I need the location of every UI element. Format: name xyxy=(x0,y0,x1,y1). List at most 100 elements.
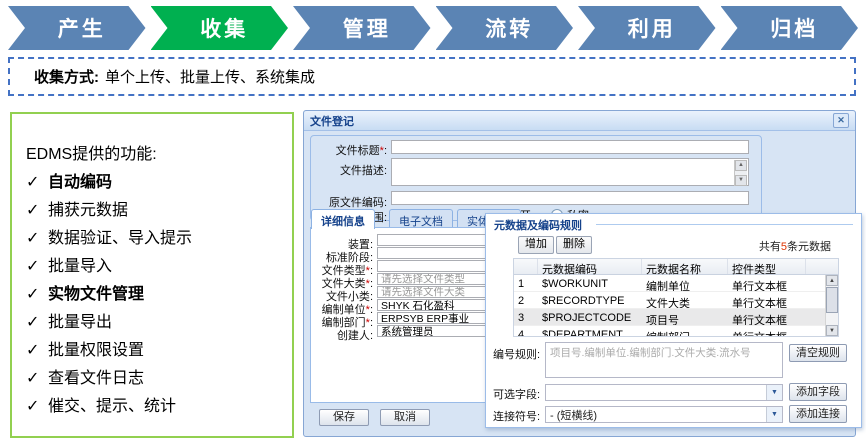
cell-name: 项目号 xyxy=(642,309,728,325)
flow-step-label: 管理 xyxy=(343,13,391,43)
cell-name: 编制部门 xyxy=(642,326,728,337)
cancel-button[interactable]: 取消 xyxy=(380,409,430,426)
scroll-down-icon[interactable]: ▼ xyxy=(826,325,838,336)
grid-scrollbar[interactable]: ▲ ▼ xyxy=(825,275,838,336)
grid-row-selected[interactable]: 3 $PROJECTCODE 项目号 单行文本框 xyxy=(514,309,838,326)
panel-title-rule xyxy=(596,224,853,225)
header-cell-name[interactable]: 元数据名称 xyxy=(642,259,728,274)
tab-details[interactable]: 详细信息 xyxy=(311,209,375,229)
flow-step-produce: 产生 xyxy=(8,6,146,50)
form-input-creator[interactable] xyxy=(377,325,491,337)
cell-type: 单行文本框 xyxy=(728,309,806,325)
metadata-rules-panel: 元数据及编码规则 增加 删除 共有5条元数据 元数据编码 元数据名称 控件类型 … xyxy=(485,213,862,428)
cell-code: $RECORDTYPE xyxy=(538,292,642,308)
combo-trigger-icon[interactable]: ▼ xyxy=(766,407,782,422)
workflow-steps: 产生 收集 管理 流转 利用 归档 xyxy=(8,6,858,50)
textarea-scrollbar[interactable]: ▲ ▼ xyxy=(734,160,747,186)
form-input-file-major-class[interactable] xyxy=(377,273,491,285)
add-field-button[interactable]: 添加字段 xyxy=(789,383,847,401)
close-button[interactable]: ✕ xyxy=(833,113,849,128)
feature-item: ✓批量导入 xyxy=(26,253,284,281)
file-title-input[interactable] xyxy=(391,140,749,154)
form-input-device[interactable] xyxy=(377,234,491,246)
add-button[interactable]: 增加 xyxy=(518,236,554,254)
clear-rule-button[interactable]: 清空规则 xyxy=(789,344,847,362)
dialog-title: 文件登记 xyxy=(310,113,354,129)
file-title-label: 文件标题*: xyxy=(313,142,387,158)
feature-label: 批量导出 xyxy=(48,309,112,337)
cell-code: $WORKUNIT xyxy=(538,275,642,291)
banner-label: 收集方式: xyxy=(34,66,99,87)
check-icon: ✓ xyxy=(26,197,48,225)
scrollbar-thumb[interactable] xyxy=(826,287,838,313)
cell-num: 2 xyxy=(514,292,538,308)
connector-combo[interactable]: - (短横线) ▼ xyxy=(545,406,783,423)
form-input-work-unit[interactable] xyxy=(377,299,491,311)
cell-code: $DEPARTMENT xyxy=(538,326,642,337)
cell-num: 3 xyxy=(514,309,538,325)
check-icon: ✓ xyxy=(26,281,48,309)
grid-row[interactable]: 2 $RECORDTYPE 文件大类 单行文本框 xyxy=(514,292,838,309)
file-desc-label: 文件描述: xyxy=(313,162,387,178)
form-input-department[interactable] xyxy=(377,312,491,324)
check-icon: ✓ xyxy=(26,225,48,253)
feature-item: ✓捕获元数据 xyxy=(26,197,284,225)
feature-label: 实物文件管理 xyxy=(48,281,144,309)
delete-button[interactable]: 删除 xyxy=(556,236,592,254)
panel-title: 元数据及编码规则 xyxy=(494,217,582,233)
scroll-down-icon[interactable]: ▼ xyxy=(735,175,747,186)
flow-step-label: 流转 xyxy=(485,13,533,43)
orig-code-label: 原文件编码: xyxy=(313,194,387,210)
check-icon: ✓ xyxy=(26,393,48,421)
optional-field-combo[interactable]: ▼ xyxy=(545,384,783,401)
metadata-grid: 元数据编码 元数据名称 控件类型 1 $WORKUNIT 编制单位 单行文本框 … xyxy=(513,258,839,337)
rule-label: 编号规则: xyxy=(493,346,540,362)
collect-method-banner: 收集方式: 单个上传、批量上传、系统集成 xyxy=(8,57,856,96)
check-icon: ✓ xyxy=(26,309,48,337)
cell-code: $PROJECTCODE xyxy=(538,309,642,325)
optional-field-label: 可选字段: xyxy=(493,386,540,402)
check-icon: ✓ xyxy=(26,169,48,197)
feature-label: 捕获元数据 xyxy=(48,197,128,225)
save-button[interactable]: 保存 xyxy=(319,409,369,426)
flow-step-label: 归档 xyxy=(770,13,818,43)
flow-step-label: 收集 xyxy=(200,13,248,43)
feature-label: 批量导入 xyxy=(48,253,112,281)
orig-code-input[interactable] xyxy=(391,191,749,205)
form-input-file-minor-class[interactable] xyxy=(377,286,491,298)
flow-step-label: 利用 xyxy=(628,13,676,43)
flow-step-use: 利用 xyxy=(578,6,716,50)
record-count: 共有5条元数据 xyxy=(759,238,831,254)
tab-edocument[interactable]: 电子文档 xyxy=(389,209,453,227)
form-input-file-type[interactable] xyxy=(377,260,491,272)
banner-text: 单个上传、批量上传、系统集成 xyxy=(105,66,315,87)
grid-row[interactable]: 1 $WORKUNIT 编制单位 单行文本框 xyxy=(514,275,838,292)
grid-row[interactable]: 4 $DEPARTMENT 编制部门 单行文本框 xyxy=(514,326,838,337)
feature-label: 自动编码 xyxy=(48,169,112,197)
dialog-titlebar[interactable]: 文件登记 ✕ xyxy=(304,111,855,131)
combo-value: - (短横线) xyxy=(546,407,766,423)
feature-item: ✓批量导出 xyxy=(26,309,284,337)
file-desc-textarea[interactable]: ▲ ▼ xyxy=(391,158,749,186)
cell-type: 单行文本框 xyxy=(728,292,806,308)
form-input-standard-stage[interactable] xyxy=(377,247,491,259)
rule-textarea[interactable] xyxy=(545,342,783,378)
connector-label: 连接符号: xyxy=(493,408,540,424)
scroll-up-icon[interactable]: ▲ xyxy=(735,160,747,171)
feature-item: ✓数据验证、导入提示 xyxy=(26,225,284,253)
header-cell-type[interactable]: 控件类型 xyxy=(728,259,806,274)
add-connect-button[interactable]: 添加连接 xyxy=(789,405,847,423)
combo-trigger-icon[interactable]: ▼ xyxy=(766,385,782,400)
flow-step-flow: 流转 xyxy=(436,6,574,50)
features-title: EDMS提供的功能: xyxy=(26,140,284,164)
header-cell-code[interactable]: 元数据编码 xyxy=(538,259,642,274)
scroll-up-icon[interactable]: ▲ xyxy=(826,275,838,286)
check-icon: ✓ xyxy=(26,365,48,393)
header-cell-filler xyxy=(806,259,838,274)
feature-item: ✓查看文件日志 xyxy=(26,365,284,393)
cell-num: 1 xyxy=(514,275,538,291)
cell-type: 单行文本框 xyxy=(728,275,806,291)
flow-step-collect: 收集 xyxy=(151,6,289,50)
header-cell-num[interactable] xyxy=(514,259,538,274)
feature-label: 查看文件日志 xyxy=(48,365,144,393)
